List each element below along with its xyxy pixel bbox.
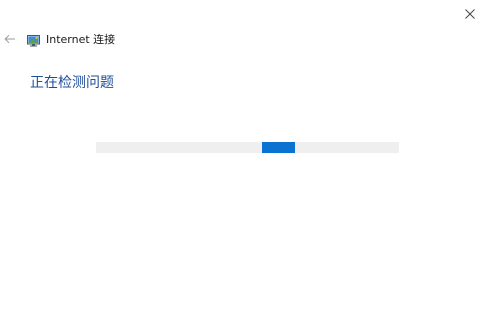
title-bar: Internet 连接 — [27, 31, 115, 49]
status-heading: 正在检测问题 — [30, 75, 114, 91]
back-arrow-icon — [4, 34, 15, 44]
close-button[interactable] — [459, 3, 481, 25]
network-troubleshooter-icon — [27, 34, 40, 46]
troubleshooter-window: Internet 连接 正在检测问题 — [0, 0, 490, 317]
close-icon — [465, 9, 475, 19]
progress-bar — [96, 142, 399, 153]
window-title: Internet 连接 — [46, 33, 116, 46]
progress-indicator — [262, 142, 295, 153]
back-button[interactable] — [2, 31, 18, 47]
